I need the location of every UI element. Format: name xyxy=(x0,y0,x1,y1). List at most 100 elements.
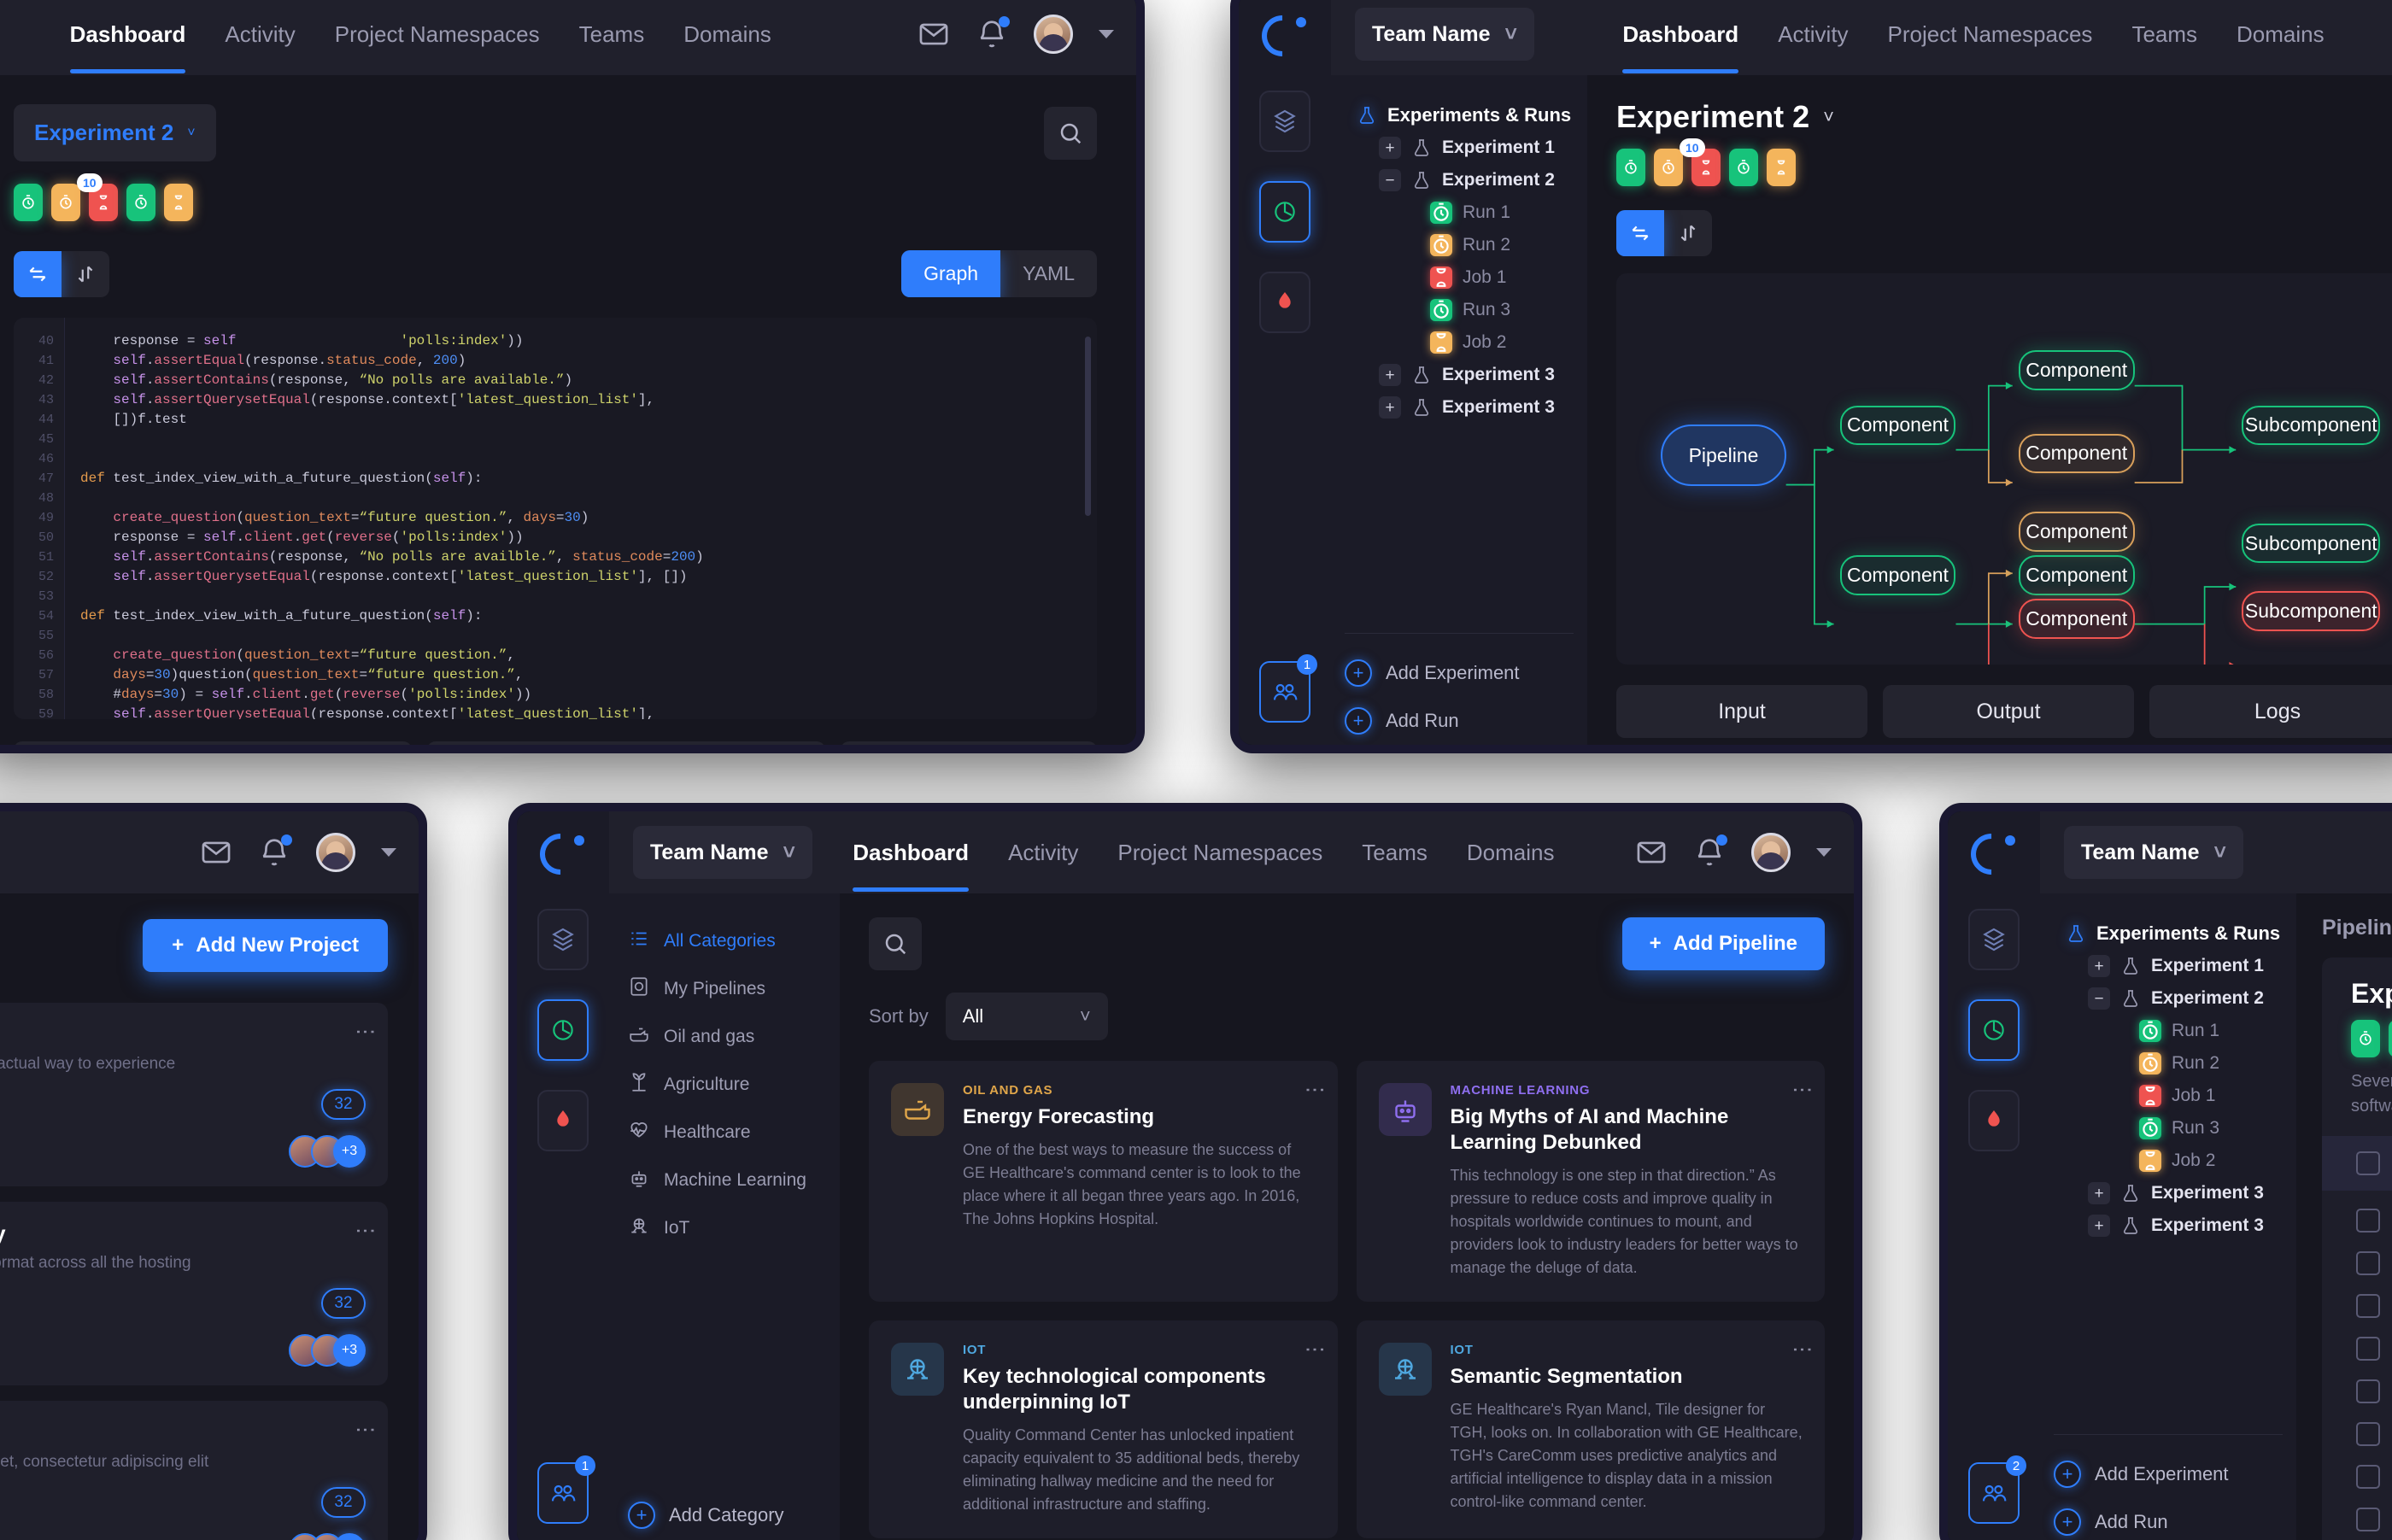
breadcrumb-item[interactable]: Pipeline xyxy=(2322,916,2392,940)
tree-node-experiment[interactable]: − Experiment 2 xyxy=(2066,982,2283,1015)
more-options-icon[interactable]: ⋮ xyxy=(354,1420,377,1440)
project-card[interactable]: ⋮ Parallel Co. The truth is that the onl… xyxy=(0,1003,388,1186)
tab-logs[interactable]: Logs xyxy=(2149,685,2392,738)
tab-input[interactable]: Input xyxy=(1616,685,1867,738)
pipeline-graph-canvas[interactable]: Pipeline Component Component Component Subco… xyxy=(1616,273,2392,665)
rail-team-button[interactable]: 1 xyxy=(1259,654,1317,723)
search-button[interactable] xyxy=(869,917,922,970)
tree-node-run[interactable]: Job 2 xyxy=(1357,326,1574,359)
status-badge-green[interactable] xyxy=(1616,149,1645,186)
add-category-button[interactable]: + Add Category xyxy=(628,1491,821,1539)
rail-activity-icon[interactable] xyxy=(537,1090,589,1151)
rail-projects-icon[interactable] xyxy=(1968,909,2020,970)
view-mode-toggle[interactable]: Graph YAML xyxy=(901,250,1097,297)
expand-toggle-icon[interactable]: + xyxy=(1379,364,1401,386)
nav-item-project-namespaces[interactable]: Project Namespaces xyxy=(1888,0,2093,73)
more-options-icon[interactable]: ⋮ xyxy=(1304,1080,1327,1100)
nav-item-domains[interactable]: Domains xyxy=(2237,0,2325,73)
tree-node-experiment[interactable]: + Experiment 3 xyxy=(1357,391,1574,424)
category-item-healthcare[interactable]: Healthcare xyxy=(628,1109,821,1156)
graph-node-component[interactable]: Component xyxy=(2018,599,2135,639)
status-badge-green[interactable] xyxy=(2389,1020,2392,1057)
nav-item-dashboard[interactable]: Dashboard xyxy=(853,814,969,892)
avatar[interactable] xyxy=(1034,15,1073,54)
more-options-icon[interactable]: ⋮ xyxy=(354,1022,377,1042)
tab-output[interactable]: Output xyxy=(1883,685,2134,738)
category-list[interactable]: All Categories My Pipelines Oil and gas … xyxy=(628,917,821,1252)
team-selector[interactable]: Team Name ˅ xyxy=(1355,8,1534,61)
table-row[interactable]: Job 2 xyxy=(2322,1370,2392,1413)
tree-root[interactable]: Experiments & Runs xyxy=(1357,99,1574,132)
expand-toggle-icon[interactable]: + xyxy=(2088,955,2110,977)
tab-yaml[interactable]: YAML xyxy=(1000,250,1097,297)
add-run-button[interactable]: + Add Run xyxy=(1345,697,1574,745)
member-avatars[interactable]: +3 xyxy=(289,1533,366,1540)
tree-node-experiment[interactable]: + Experiment 1 xyxy=(1357,132,1574,164)
expand-toggle-icon[interactable]: − xyxy=(2088,987,2110,1010)
table-row[interactable]: Job 2 xyxy=(2322,1413,2392,1455)
chevron-down-icon[interactable] xyxy=(381,848,396,857)
status-badge-green[interactable] xyxy=(14,184,43,221)
search-button[interactable] xyxy=(1044,106,1097,160)
chevron-down-icon[interactable]: ˅ xyxy=(1823,106,1834,128)
expand-toggle-icon[interactable]: + xyxy=(2088,1182,2110,1204)
expand-toggle-icon[interactable]: + xyxy=(1379,137,1401,159)
nav-item-activity[interactable]: Activity xyxy=(225,0,295,73)
table-row[interactable]: Run 3 xyxy=(2322,1455,2392,1498)
row-checkbox[interactable] xyxy=(2356,1209,2380,1233)
category-item-my-pipelines[interactable]: My Pipelines xyxy=(628,965,821,1013)
status-badge-green[interactable] xyxy=(1729,149,1758,186)
rail-activity-icon[interactable] xyxy=(1968,1090,2020,1151)
tree-node-run[interactable]: Run 1 xyxy=(2066,1015,2283,1047)
table-row[interactable]: Run 1 xyxy=(2322,1199,2392,1242)
status-badge-green[interactable] xyxy=(126,184,155,221)
graph-node-component[interactable]: Component xyxy=(1839,555,1956,595)
rail-team-button[interactable]: 2 xyxy=(1968,1455,2026,1524)
row-checkbox[interactable] xyxy=(2356,1337,2380,1361)
select-all-checkbox[interactable] xyxy=(2356,1151,2380,1175)
status-badge-amber[interactable] xyxy=(1767,149,1796,186)
tree-node-run[interactable]: Run 1 xyxy=(1357,196,1574,229)
row-checkbox[interactable] xyxy=(2356,1465,2380,1489)
rail-projects-icon[interactable] xyxy=(537,909,589,970)
project-card[interactable]: ⋮ Kubik Lorem ipsum dolor sit amet, cons… xyxy=(0,1401,388,1540)
category-item-machine-learning[interactable]: Machine Learning xyxy=(628,1156,821,1204)
graph-node-component[interactable]: Component xyxy=(1839,405,1956,446)
more-options-icon[interactable]: ⋮ xyxy=(1791,1080,1814,1100)
layout-toggle-group[interactable] xyxy=(1616,210,1712,256)
expand-toggle-icon[interactable]: − xyxy=(1379,169,1401,191)
nav-item-domains[interactable]: Domains xyxy=(1467,814,1555,892)
tab-logs[interactable]: Logs xyxy=(841,741,1097,745)
table-row[interactable]: Job 1 xyxy=(2322,1498,2392,1540)
experiments-tree[interactable]: Experiments & Runs + Experiment 1 − Expe… xyxy=(2054,902,2283,1242)
article-card[interactable]: ⋮ OIL AND GAS Energy Forecasting One of … xyxy=(869,1061,1338,1302)
status-badge-amber[interactable] xyxy=(51,184,80,221)
tree-node-run[interactable]: Run 3 xyxy=(1357,294,1574,326)
nav-item-teams[interactable]: Teams xyxy=(579,0,645,73)
avatar[interactable] xyxy=(1750,833,1791,872)
graph-node-subcomponent[interactable]: Subcomponent xyxy=(2242,405,2381,446)
tree-node-run[interactable]: Run 3 xyxy=(2066,1112,2283,1145)
nav-item-dashboard[interactable]: Dashboard xyxy=(1622,0,1738,73)
mail-icon[interactable] xyxy=(200,836,232,869)
category-item-iot[interactable]: IoT xyxy=(628,1204,821,1252)
bell-icon[interactable] xyxy=(1693,834,1727,869)
more-options-icon[interactable]: ⋮ xyxy=(354,1221,377,1241)
article-card[interactable]: ⋮ IOT Semantic Segmentation GE Healthcar… xyxy=(1356,1320,1825,1538)
status-badge-green[interactable] xyxy=(2351,1020,2380,1057)
bell-icon[interactable] xyxy=(976,16,1010,50)
rail-activity-icon[interactable] xyxy=(1259,272,1310,333)
avatar[interactable] xyxy=(316,833,355,872)
nav-item-activity[interactable]: Activity xyxy=(1778,0,1848,73)
tree-node-experiment[interactable]: + Experiment 3 xyxy=(1357,359,1574,391)
graph-node-component[interactable]: Component xyxy=(2018,433,2135,474)
tab-graph[interactable]: Graph xyxy=(901,250,1001,297)
code-editor[interactable]: 40 41 42 43 44 45 46 47 48 49 50 51 52 53 54 55 56 57 58 59… xyxy=(14,318,1097,719)
team-selector[interactable]: Team Name ˅ xyxy=(2064,826,2243,879)
experiments-tree[interactable]: Experiments & Runs + Experiment 1 − Expe… xyxy=(1345,84,1574,424)
mail-icon[interactable] xyxy=(1635,836,1668,869)
row-checkbox[interactable] xyxy=(2356,1379,2380,1403)
table-row[interactable]: Run 2 xyxy=(2322,1242,2392,1285)
graph-node-pipeline[interactable]: Pipeline xyxy=(1661,425,1786,487)
add-project-button[interactable]: + Add New Project xyxy=(143,919,388,972)
